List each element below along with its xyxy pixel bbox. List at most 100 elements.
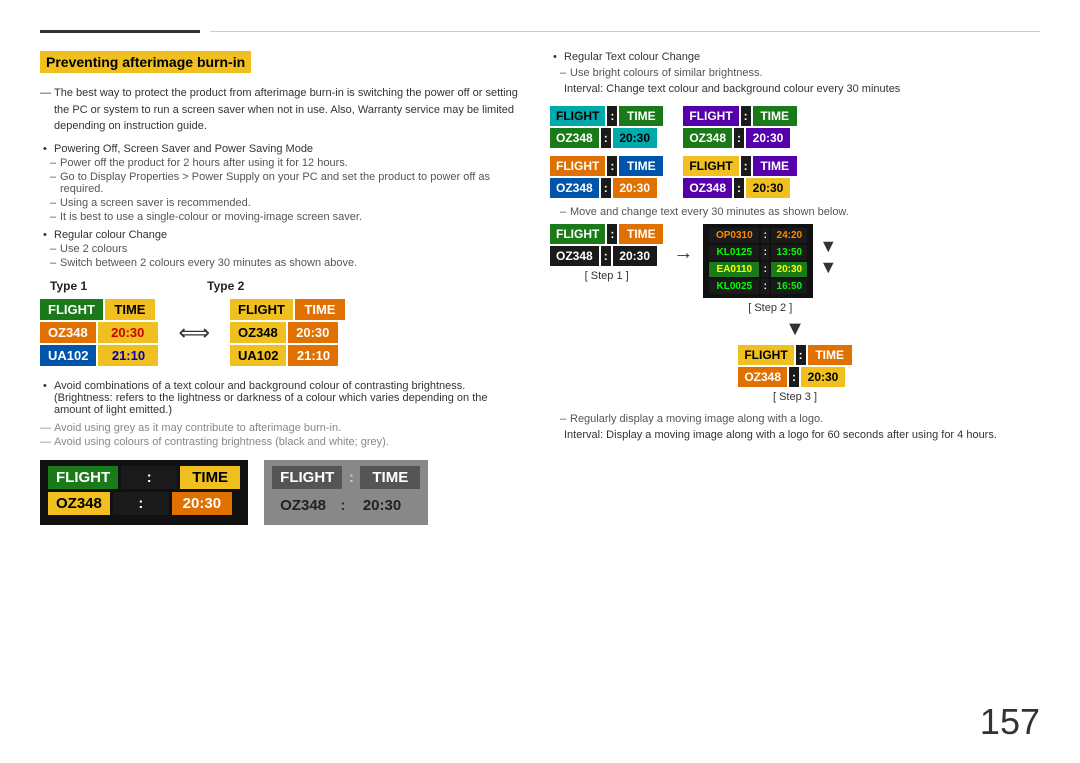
sb2-c2: : — [734, 128, 744, 148]
move-text: Move and change text every 30 minutes as… — [550, 206, 1040, 218]
scroll-c2: : — [761, 245, 769, 260]
type2-flight: FLIGHT — [230, 299, 293, 320]
right-sub1: Use bright colours of similar brightness… — [550, 67, 1040, 79]
type1-row2: OZ348 20:30 — [40, 322, 158, 343]
step3-time: TIME — [808, 345, 852, 365]
type2-row2: OZ348 20:30 — [230, 322, 345, 343]
type2-2030: 20:30 — [288, 322, 338, 343]
type2-row3: UA102 21:10 — [230, 345, 345, 366]
sb2-c1: : — [741, 106, 751, 126]
sb1-r1: FLIGHT : TIME — [550, 106, 663, 126]
step3-r2: OZ348 : 20:30 — [738, 367, 851, 387]
type1-2110: 21:10 — [98, 345, 158, 366]
sub-display-props: Go to Display Properties > Power Supply … — [40, 171, 520, 195]
step1-c1: : — [607, 224, 617, 244]
step3-board: FLIGHT : TIME OZ348 : 20:30 — [738, 345, 851, 387]
section-title: Preventing afterimage burn-in — [40, 51, 251, 73]
type-boards: FLIGHT TIME OZ348 20:30 UA102 21:10 ⟺ — [40, 299, 520, 368]
scroll-t4: 16:50 — [771, 279, 807, 294]
type1-2030: 20:30 — [98, 322, 158, 343]
sb2-flight: FLIGHT — [683, 106, 738, 126]
gray-colon2: : — [336, 494, 350, 517]
sb1-c1: : — [607, 106, 617, 126]
sb4-r1: FLIGHT : TIME — [683, 156, 796, 176]
type2-2110: 21:10 — [288, 345, 338, 366]
type1-row3: UA102 21:10 — [40, 345, 158, 366]
step3-r1: FLIGHT : TIME — [738, 345, 851, 365]
rule-dark — [40, 30, 200, 33]
sb3-2030: 20:30 — [613, 178, 657, 198]
step1-block: FLIGHT : TIME OZ348 : 20:30 [ Step 1 ] — [550, 224, 663, 282]
step1-oz348: OZ348 — [550, 246, 599, 266]
scroll-op0310: OP0310 — [709, 228, 759, 243]
right-boards-row1: FLIGHT : TIME OZ348 : 20:30 FLIGHT : — [550, 106, 1040, 148]
step1-label: [ Step 1 ] — [585, 270, 629, 282]
step1-r1: FLIGHT : TIME — [550, 224, 663, 244]
type2-time: TIME — [295, 299, 345, 320]
right-interval-text: Interval: Change text colour and backgro… — [550, 81, 1040, 98]
gray-2030: 20:30 — [352, 494, 412, 517]
sub-single-colour: It is best to use a single-colour or mov… — [40, 211, 520, 223]
step3-area: ▼ FLIGHT : TIME OZ348 : 20:30 [ Step 3 ] — [550, 318, 1040, 450]
sb1: FLIGHT : TIME OZ348 : 20:30 — [550, 106, 663, 148]
step1-r2: OZ348 : 20:30 — [550, 246, 663, 266]
step3-c2: : — [789, 367, 799, 387]
sb4-2030: 20:30 — [746, 178, 790, 198]
gray-colon1: : — [344, 466, 358, 489]
type2-ua102: UA102 — [230, 345, 286, 366]
scroll-ea0110: EA0110 — [709, 262, 759, 277]
black-colon1: : — [121, 466, 177, 489]
scroll-t2: 13:50 — [771, 245, 807, 260]
scroll-c3: : — [761, 262, 769, 277]
gray-oz348: OZ348 — [272, 494, 334, 517]
sb3-time: TIME — [619, 156, 663, 176]
scroll-t1: 24:20 — [771, 228, 807, 243]
step1-time: TIME — [619, 224, 663, 244]
steps-area: FLIGHT : TIME OZ348 : 20:30 [ Step 1 ] → — [550, 224, 1040, 314]
left-column: Preventing afterimage burn-in The best w… — [40, 51, 520, 525]
sb1-flight: FLIGHT — [550, 106, 605, 126]
sb4-flight: FLIGHT — [683, 156, 738, 176]
gray-board: FLIGHT : TIME OZ348 : 20:30 — [264, 460, 428, 525]
type1-flight: FLIGHT — [40, 299, 103, 320]
type-labels: Type 1 Type 2 — [50, 279, 520, 293]
bullet-powering: Powering Off, Screen Saver and Power Sav… — [40, 143, 520, 155]
bullet-colour-change: Regular colour Change — [40, 229, 520, 241]
step2-col: OP0310 : 24:20 KL0125 : 13:50 EA0110 — [703, 224, 837, 314]
sub-screen-saver: Using a screen saver is recommended. — [40, 197, 520, 209]
step3-c1: : — [796, 345, 806, 365]
type1-label: Type 1 — [50, 279, 87, 293]
step1-c2: : — [601, 246, 611, 266]
page-number: 157 — [980, 701, 1040, 743]
scroll-c1: : — [761, 228, 769, 243]
double-arrow-icon: ⟺ — [178, 320, 210, 346]
scroll-r4: KL0025 : 16:50 — [709, 279, 807, 294]
step-arrow-right-icon: → — [673, 242, 693, 265]
step3-label: [ Step 3 ] — [773, 391, 817, 403]
black-colon2: : — [113, 492, 169, 515]
bottom-boards: FLIGHT : TIME OZ348 : 20:30 FLIGHT : — [40, 460, 520, 525]
avoid-grey: Avoid using grey as it may contribute to… — [40, 422, 520, 434]
page: Preventing afterimage burn-in The best w… — [0, 0, 1080, 763]
sb4-time: TIME — [753, 156, 797, 176]
sb4-c1: : — [741, 156, 751, 176]
black-row2: OZ348 : 20:30 — [48, 492, 240, 515]
regularly-text: Regularly display a moving image along w… — [550, 413, 1040, 425]
sb2-time: TIME — [753, 106, 797, 126]
sb1-time: TIME — [619, 106, 663, 126]
right-boards-row2: FLIGHT : TIME OZ348 : 20:30 FLIGHT : — [550, 156, 1040, 198]
sub-use2colours: Use 2 colours — [40, 243, 520, 255]
sub-switch-30min: Switch between 2 colours every 30 minute… — [40, 257, 520, 269]
sb3-r2: OZ348 : 20:30 — [550, 178, 663, 198]
rule-light — [210, 31, 1040, 32]
sb3-r1: FLIGHT : TIME — [550, 156, 663, 176]
sb2-oz348: OZ348 — [683, 128, 732, 148]
type1-oz348: OZ348 — [40, 322, 96, 343]
type2-label: Type 2 — [207, 279, 244, 293]
gray-time: TIME — [360, 466, 420, 489]
sb1-c2: : — [601, 128, 611, 148]
black-2030: 20:30 — [172, 492, 232, 515]
scroll-r3: EA0110 : 20:30 — [709, 262, 807, 277]
sb1-oz348: OZ348 — [550, 128, 599, 148]
sb4: FLIGHT : TIME OZ348 : 20:30 — [683, 156, 796, 198]
